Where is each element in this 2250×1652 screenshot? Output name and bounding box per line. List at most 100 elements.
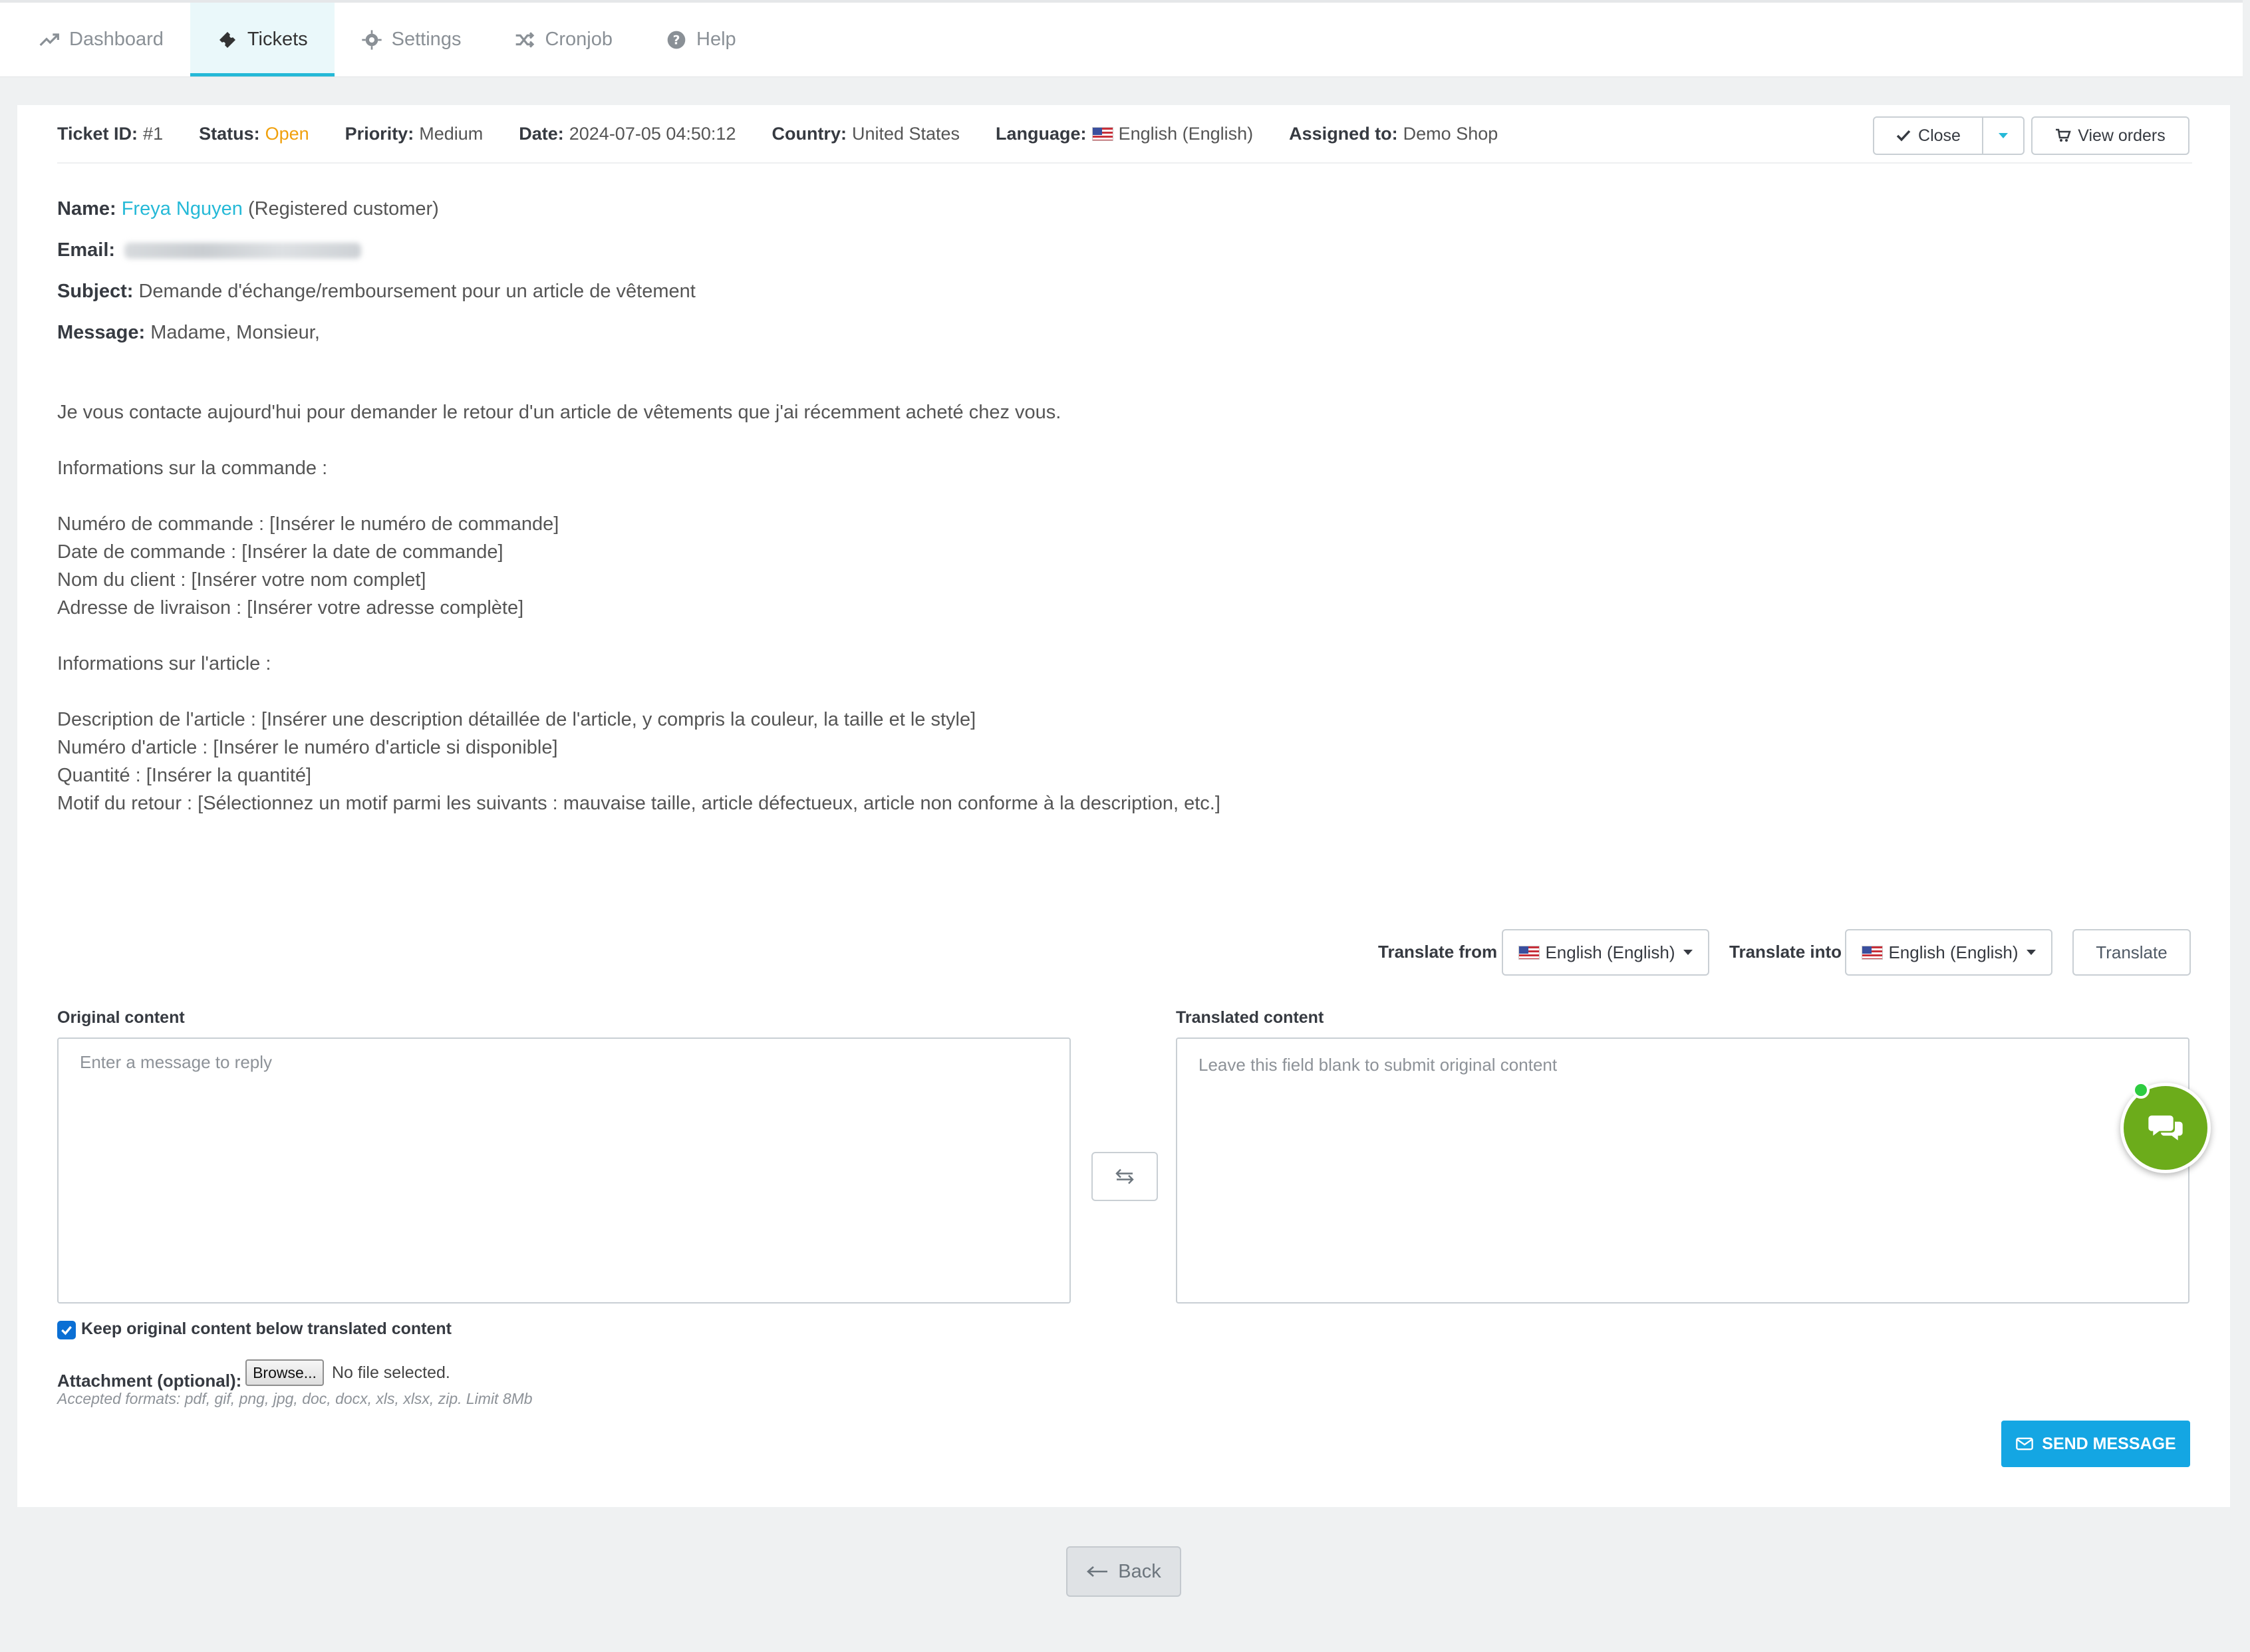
send-message-label: SEND MESSAGE	[2042, 1434, 2176, 1453]
tab-tickets[interactable]: Tickets	[190, 3, 335, 76]
original-content-label: Original content	[57, 1008, 185, 1027]
trending-up-icon	[39, 33, 59, 46]
subject-value: Demande d'échange/remboursement pour un …	[138, 281, 696, 302]
customer-email-line: Email:	[57, 239, 362, 261]
keep-original-checkbox[interactable]	[57, 1321, 76, 1339]
translated-content-textarea[interactable]: Leave this field blank to submit origina…	[1176, 1037, 2189, 1304]
ticket-language-label: Language:	[996, 123, 1087, 144]
top-nav: Dashboard Tickets Settings Cronjob ? Hel…	[0, 0, 2243, 77]
caret-down-icon	[1683, 950, 1693, 955]
subject-line: Subject: Demande d'échange/remboursement…	[57, 281, 696, 303]
us-flag-icon	[1518, 945, 1540, 960]
back-label: Back	[1118, 1560, 1161, 1582]
name-label: Name:	[57, 198, 116, 219]
tab-help[interactable]: ? Help	[639, 3, 763, 76]
translate-from-label: Translate from	[1378, 942, 1498, 962]
chevron-down-icon	[1999, 133, 2008, 138]
tab-settings-label: Settings	[391, 29, 462, 50]
ticket-date-value: 2024-07-05 04:50:12	[569, 123, 736, 144]
original-content-placeholder: Enter a message to reply	[80, 1052, 273, 1072]
redacted-email	[124, 243, 362, 259]
tab-tickets-label: Tickets	[247, 29, 308, 50]
ticket-assigned: Assigned to: Demo Shop	[1289, 124, 1498, 144]
tab-help-label: Help	[696, 29, 736, 50]
translate-button[interactable]: Translate	[2072, 929, 2191, 976]
message-label: Message:	[57, 322, 146, 343]
ticket-priority: Priority: Medium	[345, 124, 484, 144]
tab-dashboard[interactable]: Dashboard	[12, 3, 190, 76]
ticket-date: Date: 2024-07-05 04:50:12	[519, 124, 736, 144]
envelope-icon	[2016, 1437, 2034, 1450]
attachment-label: Attachment (optional):	[57, 1371, 242, 1391]
translate-into-select[interactable]: English (English)	[1845, 929, 2052, 976]
tab-cronjob[interactable]: Cronjob	[488, 3, 639, 76]
ticket-priority-value: Medium	[419, 123, 484, 144]
ticket-country-value: United States	[851, 123, 960, 144]
translate-from-select[interactable]: English (English)	[1502, 929, 1709, 976]
check-icon	[1896, 130, 1911, 142]
translate-from-value: English (English)	[1545, 942, 1675, 962]
ticket-country-label: Country:	[772, 123, 847, 144]
arrow-left-icon	[1087, 1566, 1108, 1577]
ticket-date-label: Date:	[519, 123, 564, 144]
cart-icon	[2056, 128, 2071, 142]
translated-content-label: Translated content	[1176, 1008, 1324, 1027]
question-circle-icon: ?	[667, 31, 686, 49]
ticket-country: Country: United States	[772, 124, 960, 144]
status-badge: Open	[265, 123, 309, 144]
ticket-priority-label: Priority:	[345, 123, 414, 144]
view-orders-button[interactable]: View orders	[2031, 116, 2189, 155]
customer-type: (Registered customer)	[247, 198, 439, 219]
subject-label: Subject:	[57, 281, 134, 302]
tab-dashboard-label: Dashboard	[69, 29, 164, 50]
us-flag-icon	[1862, 945, 1884, 960]
gear-icon	[361, 29, 382, 50]
ticket-assigned-value: Demo Shop	[1403, 123, 1498, 144]
swap-arrows-icon	[1115, 1169, 1134, 1184]
ticket-id-label: Ticket ID:	[57, 123, 138, 144]
online-status-dot	[2132, 1081, 2150, 1099]
chat-icon	[2148, 1115, 2183, 1141]
customer-name-line: Name: Freya Nguyen (Registered customer)	[57, 198, 439, 220]
tab-settings[interactable]: Settings	[335, 3, 488, 76]
check-icon	[61, 1325, 72, 1335]
ticket-id-value: #1	[143, 123, 164, 144]
shuffle-icon	[516, 31, 535, 48]
message-first-line: Madame, Monsieur,	[150, 322, 320, 343]
ticket-meta-row: Ticket ID: #1 Status: Open Priority: Med…	[57, 105, 2192, 164]
send-message-button[interactable]: SEND MESSAGE	[2001, 1421, 2190, 1467]
message-line: Message: Madame, Monsieur,	[57, 322, 320, 344]
ticket-status: Status: Open	[199, 124, 309, 144]
us-flag-icon	[1091, 126, 1113, 141]
message-body: Je vous contacte aujourd'hui pour demand…	[57, 402, 1220, 814]
customer-name-link[interactable]: Freya Nguyen	[122, 198, 243, 219]
browse-label: Browse...	[253, 1363, 317, 1381]
no-file-selected: No file selected.	[332, 1363, 450, 1382]
translated-content-placeholder: Leave this field blank to submit origina…	[1198, 1055, 1558, 1075]
svg-text:?: ?	[673, 33, 680, 47]
ticket-id: Ticket ID: #1	[57, 124, 163, 144]
accepted-formats-hint: Accepted formats: pdf, gif, png, jpg, do…	[57, 1390, 533, 1407]
back-button[interactable]: Back	[1066, 1546, 1181, 1597]
translate-into-label: Translate into	[1729, 942, 1842, 962]
close-ticket-label: Close	[1918, 126, 1961, 145]
close-ticket-button[interactable]: Close	[1873, 116, 1983, 155]
close-options-dropdown[interactable]	[1982, 116, 2025, 155]
browse-file-button[interactable]: Browse...	[245, 1359, 324, 1386]
ticket-icon	[219, 31, 235, 48]
view-orders-label: View orders	[2078, 126, 2166, 145]
chat-widget-button[interactable]	[2120, 1083, 2211, 1173]
tab-cronjob-label: Cronjob	[545, 29, 613, 50]
ticket-assigned-label: Assigned to:	[1289, 123, 1398, 144]
translate-into-value: English (English)	[1888, 942, 2019, 962]
ticket-language: Language: English (English)	[996, 124, 1253, 144]
ticket-language-value: English (English)	[1118, 123, 1254, 144]
keep-original-label: Keep original content below translated c…	[81, 1319, 452, 1338]
translate-button-label: Translate	[2096, 942, 2168, 962]
original-content-textarea[interactable]: Enter a message to reply	[57, 1037, 1071, 1304]
swap-content-button[interactable]	[1091, 1152, 1158, 1201]
caret-down-icon	[2026, 950, 2036, 955]
ticket-panel: Ticket ID: #1 Status: Open Priority: Med…	[17, 105, 2230, 1507]
ticket-status-label: Status:	[199, 123, 260, 144]
email-label: Email:	[57, 239, 116, 261]
